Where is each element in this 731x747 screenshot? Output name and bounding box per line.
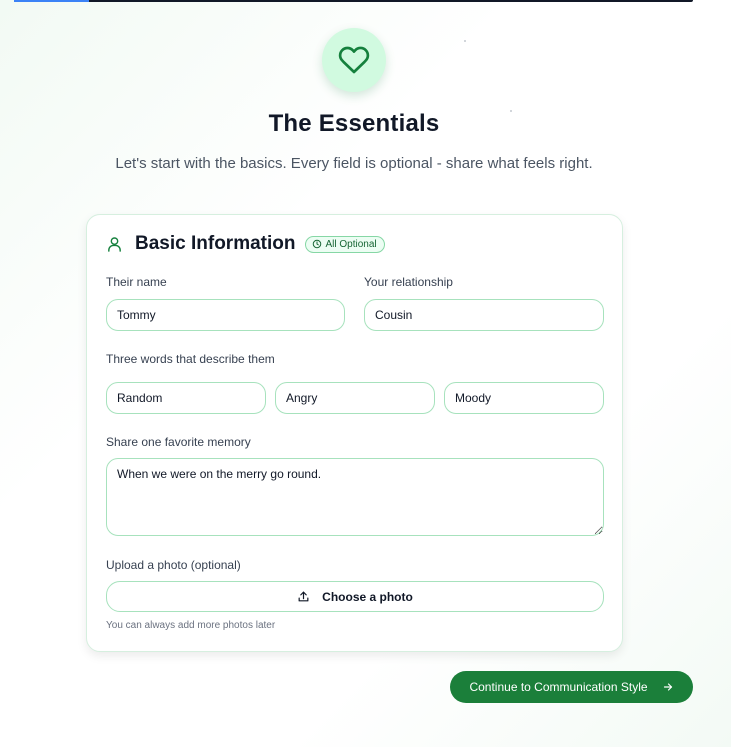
upload-icon — [298, 591, 309, 602]
relationship-label: Your relationship — [364, 275, 453, 289]
relationship-input[interactable] — [364, 299, 604, 331]
choose-photo-label: Choose a photo — [322, 589, 413, 604]
words-label: Three words that describe them — [106, 352, 275, 366]
page-subtitle: Let's start with the basics. Every field… — [115, 155, 593, 172]
card-title: Basic Information — [135, 233, 296, 254]
word-input-2[interactable] — [275, 382, 435, 414]
photo-label: Upload a photo (optional) — [106, 558, 241, 572]
memory-label: Share one favorite memory — [106, 435, 251, 449]
progress-fill — [14, 0, 89, 2]
word-input-3[interactable] — [444, 382, 604, 414]
arrow-right-icon — [663, 683, 672, 691]
card-header: Basic Information All Optional — [106, 233, 385, 254]
decorative-dot — [464, 40, 466, 42]
name-label: Their name — [106, 275, 167, 289]
memory-textarea[interactable]: When we were on the merry go round. — [106, 458, 604, 536]
progress-bar — [14, 0, 693, 2]
page-title: The Essentials — [268, 110, 440, 137]
badge-label: All Optional — [325, 238, 377, 250]
basic-information-card: Basic Information All Optional Their nam… — [86, 214, 623, 652]
user-icon — [108, 237, 121, 252]
continue-button[interactable]: Continue to Communication Style — [450, 671, 693, 703]
photo-hint: You can always add more photos later — [106, 620, 276, 631]
word-input-1[interactable] — [106, 382, 266, 414]
heart-icon-badge — [322, 28, 386, 92]
heart-icon — [338, 46, 370, 74]
clock-icon — [313, 239, 322, 249]
continue-label: Continue to Communication Style — [469, 680, 648, 694]
all-optional-badge: All Optional — [305, 235, 385, 253]
choose-photo-button[interactable]: Choose a photo — [106, 581, 604, 612]
name-input[interactable] — [106, 299, 345, 331]
